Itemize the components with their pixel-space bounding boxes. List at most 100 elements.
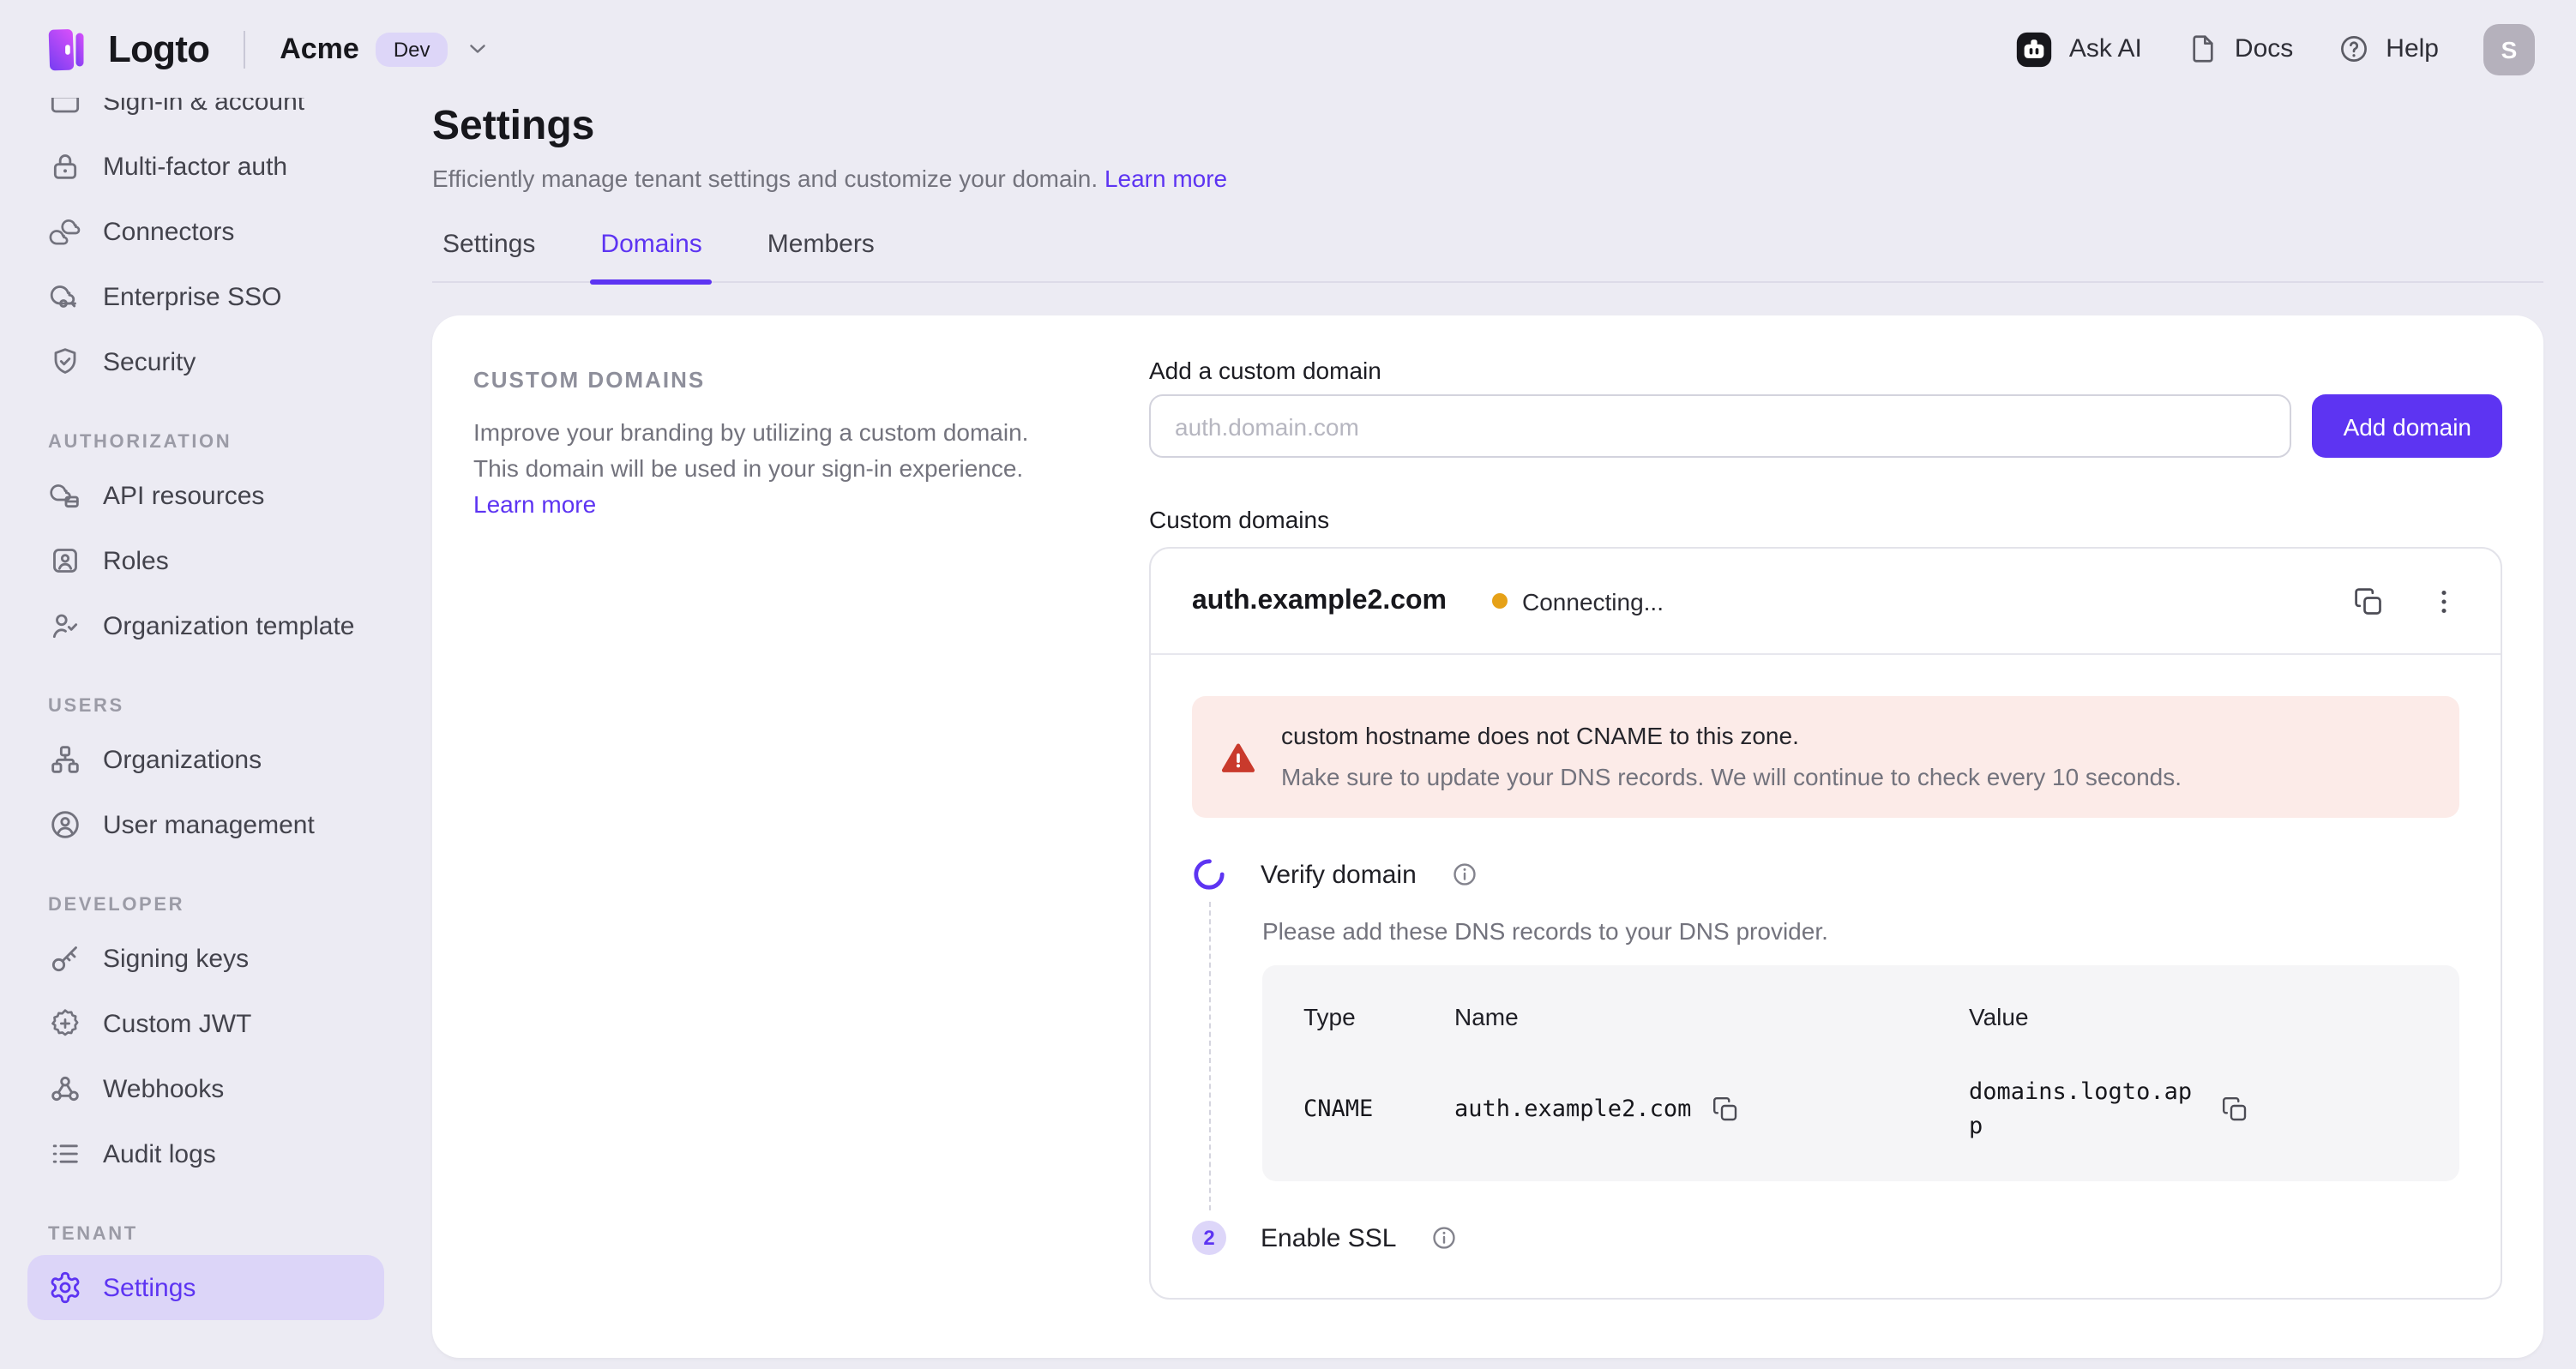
cloud-box-icon — [48, 478, 82, 513]
tenant-env-badge: Dev — [376, 32, 448, 66]
shield-check-icon — [48, 345, 82, 379]
status-text: Connecting... — [1522, 587, 1664, 615]
dns-error-alert: custom hostname does not CNAME to this z… — [1192, 696, 2459, 818]
dns-col-name: Name — [1454, 1003, 1969, 1030]
custom-domain-input[interactable] — [1149, 394, 2292, 458]
tenant-selector[interactable]: Acme Dev — [280, 32, 490, 66]
sidebar-item-label: Roles — [103, 546, 169, 575]
topbar: Logto Acme Dev — [0, 0, 2576, 98]
sidebar-item-connectors[interactable]: Connectors — [27, 199, 384, 264]
sidebar-item-label: Connectors — [103, 217, 234, 246]
sidebar-item-signing-keys[interactable]: Signing keys — [27, 926, 384, 991]
sidebar-item-label: Signing keys — [103, 944, 249, 973]
dns-col-value: Value — [1969, 1003, 2418, 1030]
dns-record-type: CNAME — [1303, 1096, 1454, 1123]
ask-ai-label: Ask AI — [2069, 34, 2142, 63]
step-2-badge: 2 — [1192, 1221, 1226, 1255]
verify-domain-title: Verify domain — [1261, 860, 1417, 889]
seal-plus-icon — [48, 1006, 82, 1041]
dns-record-row: CNAME auth.example2.com — [1303, 1075, 2418, 1144]
dns-record-name: auth.example2.com — [1454, 1096, 1691, 1123]
dns-record-value: domains.logto.app — [1969, 1075, 2200, 1144]
window-icon — [48, 98, 82, 118]
sidebar-item-label: Sign-in & account — [103, 98, 304, 116]
custom-domains-list-label: Custom domains — [1149, 506, 2502, 533]
sidebar-item-settings[interactable]: Settings — [27, 1255, 384, 1320]
sidebar: Sign-in & account Multi-factor auth Conn… — [0, 98, 412, 1369]
sidebar-item-user-management[interactable]: User management — [27, 792, 384, 857]
person-badge-icon — [48, 543, 82, 578]
sidebar-item-webhooks[interactable]: Webhooks — [27, 1056, 384, 1121]
webhook-icon — [48, 1072, 82, 1106]
help-circle-icon — [2338, 33, 2370, 65]
docs-button[interactable]: Docs — [2187, 33, 2293, 65]
step-verify-domain: Verify domain — [1192, 856, 2459, 893]
sidebar-item-security[interactable]: Security — [27, 329, 384, 394]
sidebar-item-label: Custom JWT — [103, 1009, 251, 1038]
add-domain-button[interactable]: Add domain — [2313, 394, 2502, 458]
dns-col-type: Type — [1303, 1003, 1454, 1030]
sidebar-item-label: Webhooks — [103, 1074, 224, 1103]
main-content: Settings Efficiently manage tenant setti… — [412, 98, 2576, 1369]
dns-hint: Please add these DNS records to your DNS… — [1262, 917, 2459, 945]
sidebar-item-label: Audit logs — [103, 1139, 216, 1168]
ask-ai-button[interactable]: Ask AI — [2016, 30, 2142, 68]
lock-icon — [48, 149, 82, 183]
user-avatar[interactable]: S — [2483, 23, 2535, 75]
clouds-icon — [48, 214, 82, 249]
sidebar-item-mfa[interactable]: Multi-factor auth — [27, 134, 384, 199]
domain-name: auth.example2.com — [1192, 585, 1447, 616]
cloud-key-icon — [48, 279, 82, 314]
sidebar-item-sign-in-account[interactable]: Sign-in & account — [27, 98, 384, 134]
gear-icon — [48, 1270, 82, 1305]
logto-brand[interactable]: Logto — [41, 23, 209, 75]
sidebar-item-label: Organization template — [103, 611, 355, 640]
sidebar-item-organization-template[interactable]: Organization template — [27, 593, 384, 658]
sidebar-item-roles[interactable]: Roles — [27, 528, 384, 593]
subtitle-learn-more-link[interactable]: Learn more — [1104, 165, 1227, 192]
tenant-name: Acme — [280, 32, 359, 66]
tab-members[interactable]: Members — [767, 230, 875, 281]
tab-settings[interactable]: Settings — [442, 230, 535, 281]
page-subtitle: Efficiently manage tenant settings and c… — [432, 165, 2543, 192]
step-enable-ssl: 2 Enable SSL — [1192, 1219, 2459, 1257]
sidebar-item-api-resources[interactable]: API resources — [27, 463, 384, 528]
topbar-divider — [244, 30, 245, 68]
copy-value-button[interactable] — [2221, 1096, 2248, 1123]
sidebar-item-audit-logs[interactable]: Audit logs — [27, 1121, 384, 1186]
person-circle-icon — [48, 808, 82, 842]
brand-wordmark: Logto — [108, 27, 209, 71]
info-icon[interactable] — [1430, 1224, 1458, 1252]
sidebar-item-label: API resources — [103, 481, 264, 510]
copy-icon — [2221, 1096, 2248, 1123]
chevron-down-icon — [465, 36, 491, 62]
sidebar-item-organizations[interactable]: Organizations — [27, 727, 384, 792]
alert-description: Make sure to update your DNS records. We… — [1281, 760, 2182, 796]
sidebar-item-enterprise-sso[interactable]: Enterprise SSO — [27, 264, 384, 329]
help-label: Help — [2386, 34, 2439, 63]
tab-domains[interactable]: Domains — [600, 230, 701, 281]
alert-title: custom hostname does not CNAME to this z… — [1281, 718, 2182, 754]
key-icon — [48, 941, 82, 976]
sidebar-item-custom-jwt[interactable]: Custom JWT — [27, 991, 384, 1056]
info-icon[interactable] — [1451, 861, 1478, 888]
status-dot — [1491, 593, 1507, 609]
section-learn-more-link[interactable]: Learn more — [473, 490, 596, 518]
custom-domains-card: CUSTOM DOMAINS Improve your branding by … — [432, 315, 2543, 1358]
warning-icon — [1219, 738, 1257, 776]
sidebar-section-developer: DEVELOPER — [27, 857, 384, 926]
add-domain-label: Add a custom domain — [1149, 357, 2502, 384]
ask-ai-icon — [2016, 30, 2054, 68]
sidebar-section-authorization: AUTHORIZATION — [27, 394, 384, 463]
copy-domain-button[interactable] — [2353, 585, 2384, 616]
domain-more-button[interactable] — [2429, 585, 2459, 616]
spinner-icon — [1192, 857, 1226, 892]
page-subtitle-text: Efficiently manage tenant settings and c… — [432, 165, 1098, 192]
section-description-text: Improve your branding by utilizing a cus… — [473, 418, 1028, 482]
list-icon — [48, 1137, 82, 1171]
domain-setup-steps: Verify domain Please add these DNS recor… — [1192, 856, 2459, 1257]
section-title: CUSTOM DOMAINS — [473, 367, 1039, 393]
logto-logo-icon — [41, 23, 93, 75]
help-button[interactable]: Help — [2338, 33, 2439, 65]
copy-name-button[interactable] — [1712, 1096, 1739, 1123]
